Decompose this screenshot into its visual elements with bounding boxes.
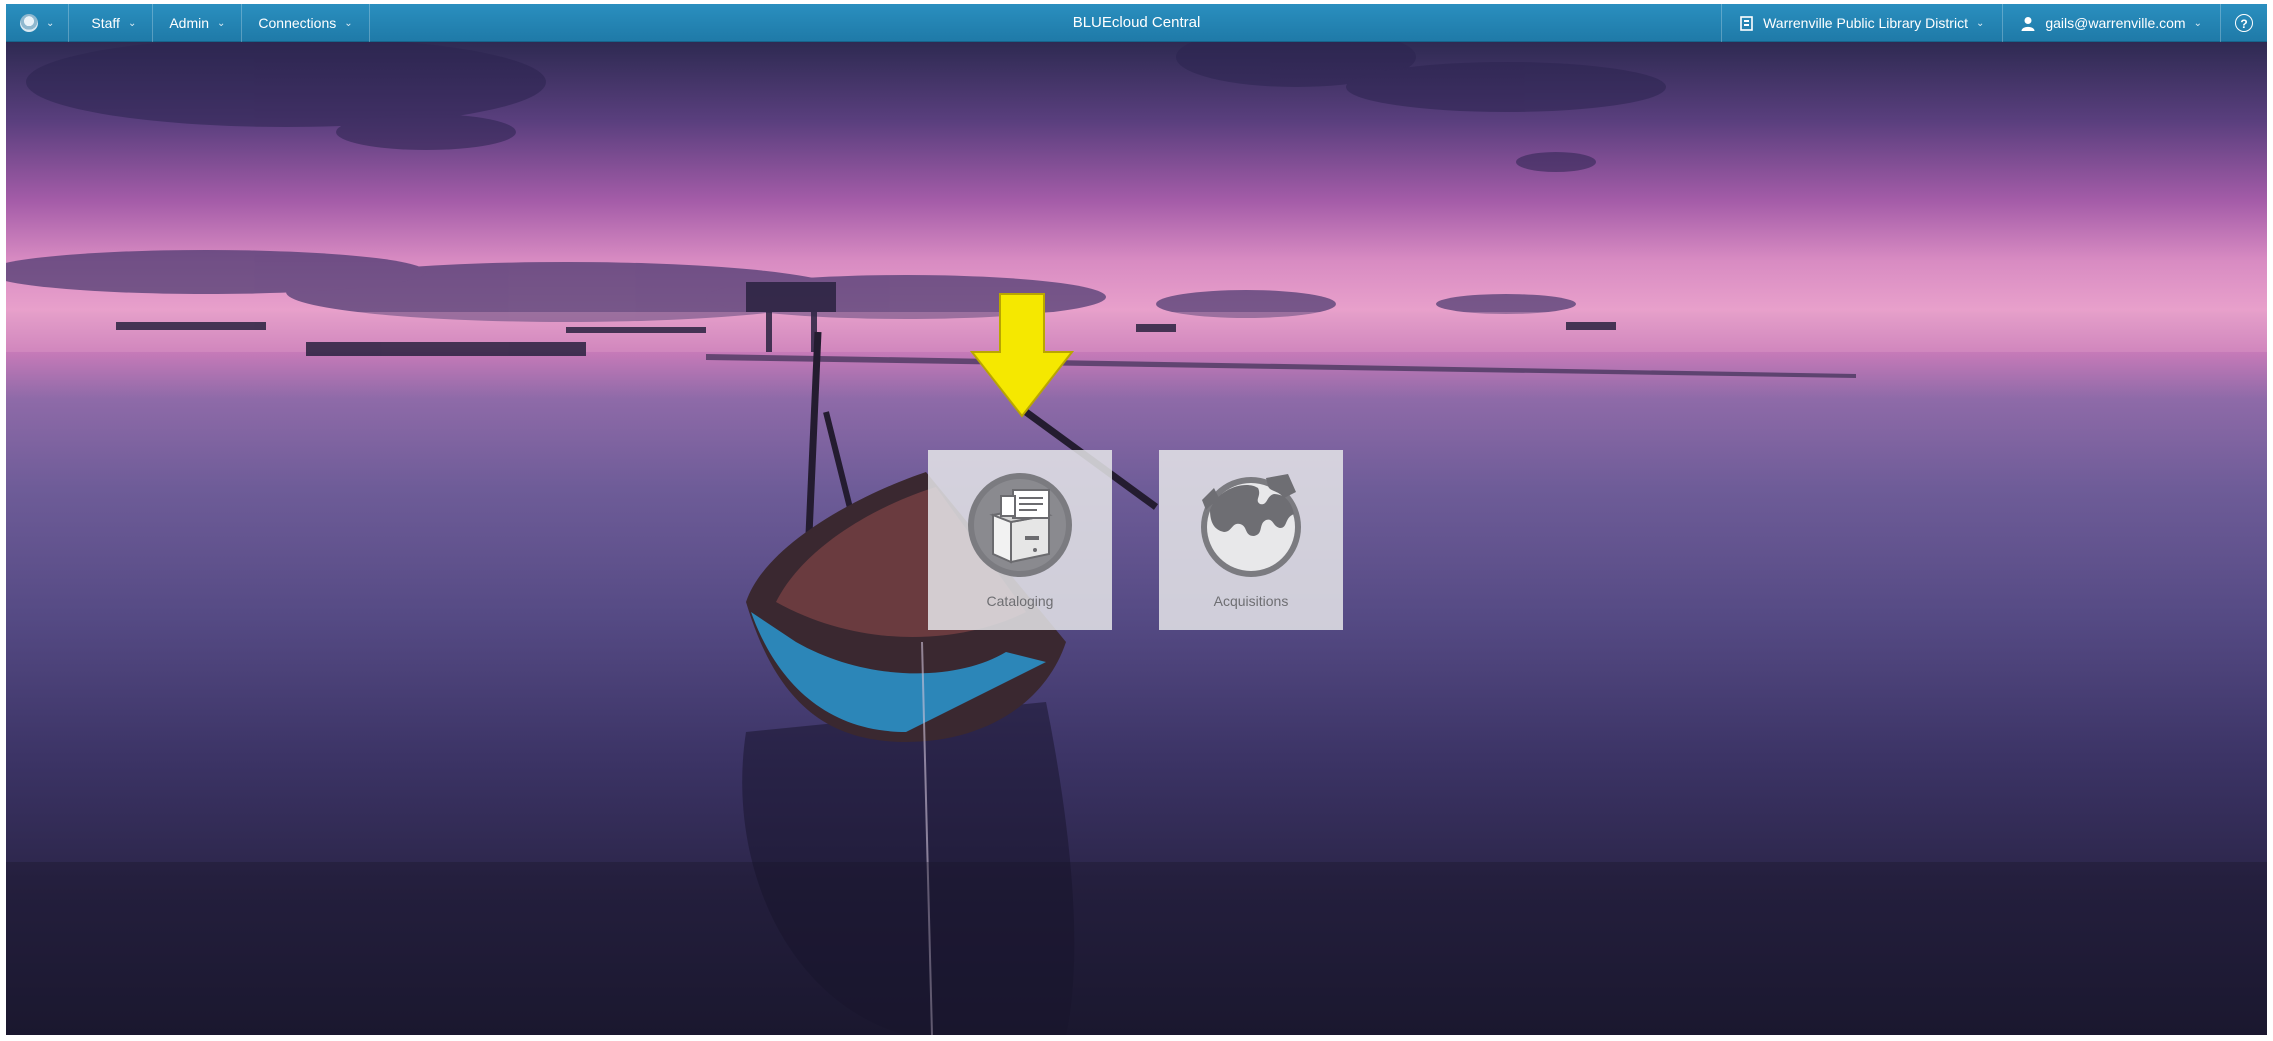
chevron-down-icon: ⌄ <box>1975 17 1985 29</box>
menu-admin-label: Admin <box>169 15 210 31</box>
bluecloud-globe-icon <box>20 14 38 32</box>
library-name: Warrenville Public Library District <box>1763 15 1968 31</box>
nav-left: ⌄ Staff ⌄ Admin ⌄ Connections ⌄ <box>6 4 370 42</box>
file-cabinet-icon <box>968 473 1072 577</box>
acquisitions-label: Acquisitions <box>1213 593 1289 609</box>
chevron-down-icon: ⌄ <box>2193 17 2202 29</box>
cataloging-label: Cataloging <box>986 593 1054 609</box>
menu-admin[interactable]: Admin ⌄ <box>153 4 243 42</box>
user-menu[interactable]: gails@warrenville.com ⌄ <box>2002 4 2220 42</box>
chevron-down-icon: ⌄ <box>46 17 55 29</box>
help-button[interactable]: ? <box>2220 4 2267 42</box>
chevron-down-icon: ⌄ <box>217 17 226 29</box>
top-navigation-bar: ⌄ Staff ⌄ Admin ⌄ Connections ⌄ BLUEclou… <box>6 4 2267 42</box>
library-selector[interactable]: Warrenville Public Library District ⌄ <box>1721 4 2002 42</box>
menu-staff-label: Staff <box>91 15 120 31</box>
app-window: ⌄ Staff ⌄ Admin ⌄ Connections ⌄ BLUEclou… <box>0 0 2273 1041</box>
menu-staff[interactable]: Staff ⌄ <box>69 4 154 42</box>
menu-connections[interactable]: Connections ⌄ <box>242 4 370 42</box>
chevron-down-icon: ⌄ <box>127 17 137 29</box>
puzzle-globe-icon <box>1201 474 1301 577</box>
question-mark-icon: ? <box>2235 14 2253 32</box>
acquisitions-tile[interactable]: Acquisitions <box>1159 450 1343 630</box>
logo-menu-button[interactable]: ⌄ <box>6 4 70 42</box>
background-photo <box>6 42 2267 1035</box>
user-icon <box>2021 16 2035 31</box>
app-title: BLUEcloud Central <box>1072 14 1201 31</box>
cataloging-tile[interactable]: Cataloging <box>928 450 1112 630</box>
yellow-down-arrow-icon <box>970 293 1074 418</box>
menu-connections-label: Connections <box>258 15 337 31</box>
user-email: gails@warrenville.com <box>2045 15 2186 31</box>
nav-right: Warrenville Public Library District ⌄ ga… <box>1721 4 2267 42</box>
document-icon <box>1740 15 1753 31</box>
sunset-lake-boat-photo <box>6 42 2267 1035</box>
chevron-down-icon: ⌄ <box>344 17 353 29</box>
